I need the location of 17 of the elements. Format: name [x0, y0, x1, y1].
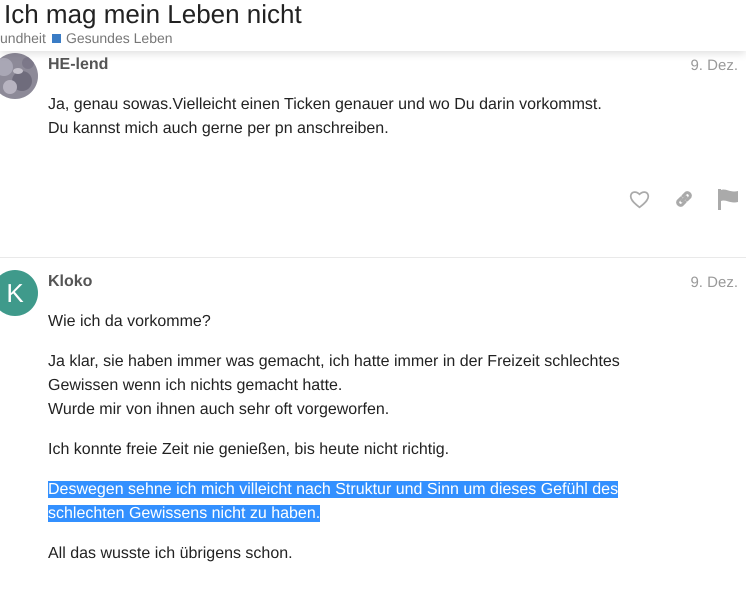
- post-paragraph: Deswegen sehne ich mich villeicht nach Struktur und Sinn um dieses Gefühl des schlechten Gewissens nicht zu haben.: [48, 480, 620, 524]
- author-name[interactable]: Kloko: [48, 273, 92, 291]
- topic-title: Ich mag mein Leben nicht: [4, 0, 303, 28]
- link-icon[interactable]: [674, 189, 694, 209]
- post-paragraph: All das wusste ich übrigens schon.: [48, 544, 294, 564]
- flag-icon[interactable]: [718, 188, 738, 210]
- category-link[interactable]: undheit: [0, 30, 46, 46]
- author-name[interactable]: HE-lend: [48, 56, 108, 74]
- user-avatar[interactable]: K: [0, 270, 38, 316]
- post-date[interactable]: 9. Dez.: [690, 274, 738, 290]
- post-date[interactable]: 9. Dez.: [690, 56, 738, 74]
- post-paragraph: Wie ich da vorkomme?: [48, 312, 212, 332]
- like-icon[interactable]: [629, 190, 650, 208]
- post-paragraph: Ja, genau sowas.Vielleicht einen Ticken genauer und wo Du darin vorkommst. Du kannst mich auch gerne per pn anschreiben.: [48, 95, 603, 139]
- category-link[interactable]: Gesundes Leben: [52, 30, 173, 46]
- post-paragraph: Ja klar, sie haben immer was gemacht, ich hatte immer in der Freizeit schlechtes Gewissen wenn ich nichts gemacht hatte. Wurde mir von ihnen auch sehr oft vorgeworfen.: [48, 352, 621, 420]
- post-paragraph: Ich konnte freie Zeit nie genießen, bis heute nicht richtig.: [48, 440, 450, 460]
